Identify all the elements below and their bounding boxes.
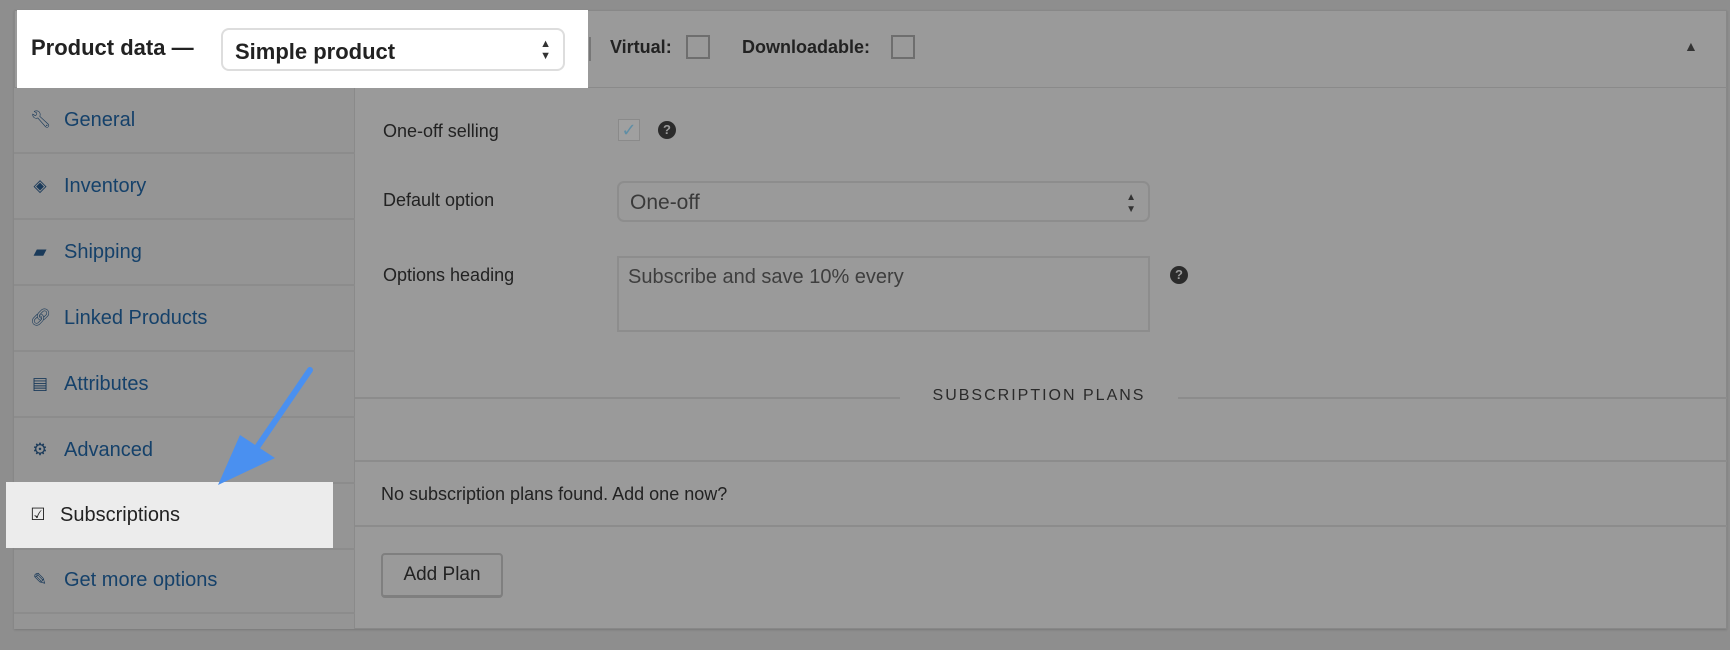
product-type-value: Simple product [235, 39, 396, 64]
sidebar-item-label: Advanced [64, 438, 153, 461]
sidebar-item-label: Linked Products [64, 306, 208, 329]
divider [355, 397, 900, 399]
plugin-icon: ✎ [32, 570, 48, 589]
select-arrows-icon: ▲ ▼ [1126, 192, 1136, 215]
options-heading-textarea[interactable] [617, 256, 1150, 332]
default-option-label: Default option [383, 190, 495, 210]
wrench-icon: 🔧︎ [30, 110, 52, 129]
no-plans-message: No subscription plans found. Add one now… [381, 484, 728, 504]
gear-icon: ⚙ [32, 440, 48, 459]
downloadable-checkbox[interactable] [891, 35, 915, 59]
default-option-value: One-off [630, 191, 700, 214]
sidebar-item-general[interactable]: 🔧︎ General [14, 88, 355, 154]
sidebar-item-inventory[interactable]: ◈ Inventory [14, 154, 355, 220]
one-off-selling-checkbox[interactable]: ✓ [618, 119, 640, 141]
sidebar-item-label: Shipping [64, 240, 142, 263]
divider [1178, 397, 1727, 399]
calendar-check-icon: ☑ [30, 505, 46, 524]
sidebar-item-label: Inventory [64, 174, 147, 197]
downloadable-label: Downloadable: [742, 37, 871, 57]
list-icon: ▤ [31, 374, 49, 393]
sidebar-item-linked-products[interactable]: 🔗︎ Linked Products [14, 286, 355, 352]
virtual-label: Virtual: [610, 37, 672, 57]
sidebar-item-label: Subscriptions [60, 503, 181, 526]
default-option-select[interactable]: One-off ▲ ▼ [617, 181, 1150, 222]
one-off-selling-label: One-off selling [383, 121, 499, 141]
options-heading-label: Options heading [383, 265, 515, 285]
panel-title: Product data — [31, 35, 194, 60]
subscription-plans-heading: SUBSCRIPTION PLANS [932, 387, 1146, 404]
virtual-checkbox[interactable] [686, 35, 710, 59]
divider [589, 37, 591, 61]
add-plan-button[interactable]: Add Plan [381, 553, 503, 598]
divider [355, 525, 1727, 527]
divider [355, 460, 1727, 462]
sidebar-item-label: Get more options [64, 568, 218, 591]
help-icon[interactable]: ? [658, 121, 676, 139]
annotation-arrow-icon [218, 367, 313, 485]
select-arrows-icon: ▲ ▼ [540, 38, 551, 62]
tag-icon: ◈ [33, 176, 47, 195]
truck-icon: ▰ [33, 242, 47, 261]
sidebar-item-shipping[interactable]: ▰ Shipping [14, 220, 355, 286]
triangle-up-icon[interactable]: ▲ [1684, 38, 1698, 54]
sidebar-item-label: Attributes [64, 372, 149, 395]
link-icon: 🔗︎ [30, 308, 52, 327]
product-type-select[interactable]: Simple product ▲ ▼ [221, 28, 565, 71]
help-icon[interactable]: ? [1170, 266, 1188, 284]
sidebar-item-get-more-options[interactable]: ✎ Get more options [14, 548, 355, 614]
arrow-head [218, 435, 275, 485]
sidebar-item-label: General [64, 108, 136, 131]
